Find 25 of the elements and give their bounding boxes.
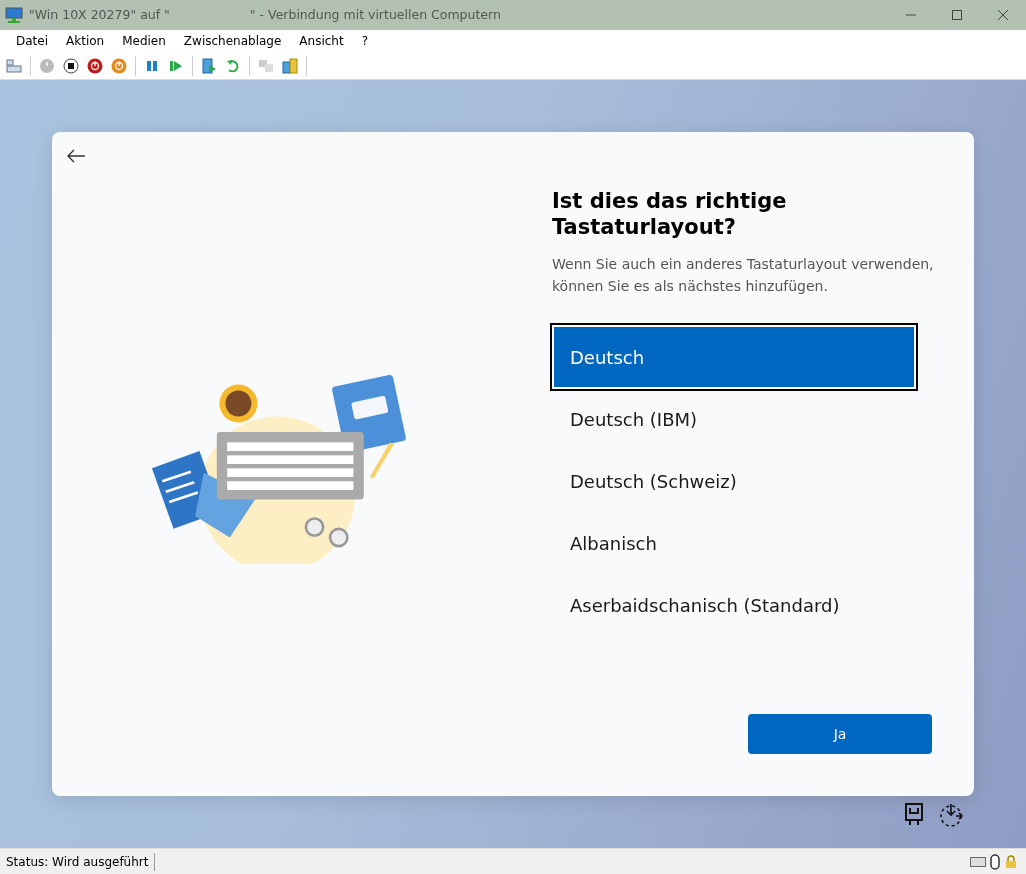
stop-icon[interactable] [61, 55, 81, 76]
yes-button[interactable]: Ja [748, 714, 932, 754]
menu-item[interactable]: ? [353, 31, 377, 51]
layout-option[interactable]: Aserbaidschanisch (Standard) [552, 573, 916, 638]
menu-item[interactable]: Ansicht [291, 31, 352, 51]
maximize-icon[interactable] [951, 9, 963, 21]
close-icon[interactable] [997, 9, 1009, 21]
monitor-icon [5, 7, 23, 23]
menu-item[interactable]: Zwischenablage [175, 31, 290, 51]
menu-item[interactable]: Medien [114, 31, 174, 51]
menu-item[interactable]: Datei [8, 31, 56, 51]
description-text: Wenn Sie auch ein anderes Tastaturlayout verwenden, können Sie es als nächstes hinzufügen. [552, 254, 934, 296]
lock-icon [1004, 854, 1018, 869]
power-options-icon[interactable] [938, 802, 964, 828]
keyboard-icon [970, 856, 986, 867]
layout-option[interactable]: Deutsch (IBM) [552, 387, 916, 452]
layout-option[interactable]: Deutsch [552, 325, 916, 390]
menu-item[interactable]: Aktion [58, 31, 113, 51]
status-text: Status: Wird ausgeführt [0, 852, 156, 871]
mouse-icon [990, 853, 1000, 870]
layout-option[interactable]: Deutsch (Schweiz) [552, 449, 916, 514]
window-title: "Win 10X 20279" auf " [29, 5, 170, 24]
window-title: " - Verbindung mit virtuellen Computern [249, 5, 501, 24]
layout-option[interactable]: Albanisch [552, 511, 916, 576]
page-heading: Ist dies das richtige Tastaturlayout? [552, 188, 788, 241]
